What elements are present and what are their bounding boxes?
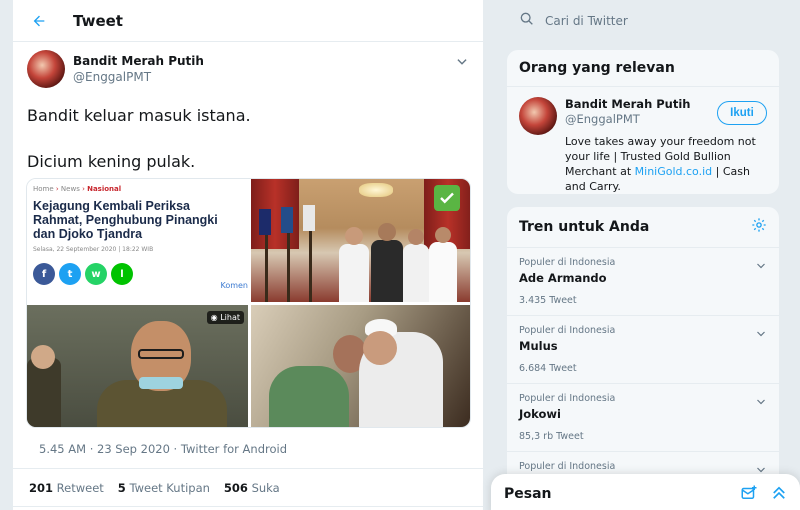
relevant-people-card: Orang yang relevan Bandit Merah Putih @E… (506, 49, 780, 195)
double-chevron-up-icon[interactable] (770, 484, 788, 506)
share-row: f t w l (33, 263, 242, 285)
messages-title: Pesan (504, 486, 552, 502)
quote-stat[interactable]: 5 Tweet Kutipan (118, 481, 210, 495)
tweet-text-line: Bandit keluar masuk istana. (27, 106, 251, 125)
avatar[interactable] (27, 50, 65, 88)
trend-name: Ade Armando (519, 271, 607, 285)
person (269, 366, 349, 427)
tweet-author: Bandit Merah Putih @EnggalPMT (13, 42, 483, 88)
line-icon: l (111, 263, 133, 285)
person-head (435, 227, 451, 243)
trend-count: 6.684 Tweet (519, 363, 577, 374)
page-title: Tweet (73, 11, 123, 30)
flag (303, 205, 315, 231)
trend-count: 85,3 rb Tweet (519, 431, 584, 442)
media-news-screenshot[interactable]: Home › News › Nasional Kejagung Kembali … (27, 179, 248, 302)
tweet-header: Tweet (13, 0, 483, 42)
trends-card: Tren untuk Anda Populer di Indonesia Ade… (506, 206, 780, 510)
search-input[interactable] (545, 14, 745, 28)
breadcrumb-home: Home (33, 185, 54, 193)
flag (281, 207, 293, 233)
media-photo-officer[interactable]: ◉ Lihat (27, 305, 248, 427)
relevant-user-bio: Love takes away your freedom not your li… (565, 135, 756, 193)
tweet-timestamp[interactable]: 5.45 AM · 23 Sep 2020 · Twitter for Andr… (39, 442, 287, 456)
person (339, 244, 369, 302)
chandelier (359, 183, 393, 197)
trend-context: Populer di Indonesia (519, 461, 616, 472)
tweet-text-line: Dicium kening pulak. (27, 152, 196, 171)
media-photo-greeting[interactable] (251, 305, 470, 427)
search-icon (519, 11, 535, 31)
komen-label: Komen (220, 281, 248, 290)
flag (259, 209, 271, 235)
trend-context: Populer di Indonesia (519, 257, 616, 268)
trends-title: Tren untuk Anda (519, 219, 650, 235)
relevant-title: Orang yang relevan (507, 50, 779, 87)
news-breadcrumb: Home › News › Nasional (33, 185, 122, 193)
tweet-column: Tweet Bandit Merah Putih @EnggalPMT Band… (12, 0, 484, 510)
chevron-down-icon[interactable] (755, 325, 767, 344)
trend-name: Jokowi (519, 407, 561, 421)
back-arrow-icon[interactable] (29, 11, 49, 31)
media-photo-palace[interactable] (251, 179, 470, 302)
trend-item[interactable]: Populer di Indonesia Mulus 6.684 Tweet (507, 316, 779, 384)
person (429, 242, 457, 302)
person-head (31, 345, 55, 369)
follow-button[interactable]: Ikuti (717, 101, 767, 125)
person (403, 244, 429, 302)
divider (13, 468, 483, 469)
person (371, 240, 403, 302)
person-head (363, 331, 397, 365)
eye-icon: ◉ (210, 313, 218, 322)
chevron-down-icon[interactable] (755, 257, 767, 276)
news-headline: Kejagung Kembali Periksa Rahmat, Penghub… (33, 199, 218, 241)
facebook-icon: f (33, 263, 55, 285)
tweet-text: Bandit keluar masuk istana. Dicium kenin… (13, 88, 483, 173)
person-head (378, 223, 396, 241)
divider (13, 506, 483, 507)
retweet-stat[interactable]: 201 Retweet (29, 481, 104, 495)
check-icon (434, 185, 460, 211)
glasses (138, 349, 184, 359)
gear-icon[interactable] (751, 217, 767, 237)
person-head (408, 229, 424, 245)
breadcrumb-section: Nasional (87, 185, 122, 193)
trend-count: 3.435 Tweet (519, 295, 577, 306)
author-handle[interactable]: @EnggalPMT (73, 70, 204, 84)
like-stat[interactable]: 506 Suka (224, 481, 280, 495)
search-bar[interactable] (505, 5, 780, 37)
view-label: Lihat (220, 313, 240, 322)
chevron-down-icon[interactable] (755, 393, 767, 412)
bio-link[interactable]: MiniGold.co.id (635, 165, 712, 178)
face-mask (139, 377, 183, 389)
trend-item[interactable]: Populer di Indonesia Ade Armando 3.435 T… (507, 248, 779, 316)
trend-context: Populer di Indonesia (519, 393, 616, 404)
tweet-media-grid: Home › News › Nasional Kejagung Kembali … (26, 178, 471, 428)
new-message-icon[interactable] (740, 484, 758, 506)
news-date: Selasa, 22 September 2020 | 18:22 WIB (33, 246, 154, 253)
person-head (345, 227, 363, 245)
view-badge[interactable]: ◉ Lihat (206, 311, 244, 324)
twitter-bird-icon: t (59, 263, 81, 285)
avatar[interactable] (519, 97, 557, 135)
whatsapp-icon: w (85, 263, 107, 285)
trends-header: Tren untuk Anda (507, 207, 779, 248)
messages-dock[interactable]: Pesan (491, 474, 800, 510)
breadcrumb-news: News (60, 185, 80, 193)
trend-context: Populer di Indonesia (519, 325, 616, 336)
author-display-name[interactable]: Bandit Merah Putih (73, 54, 204, 68)
trend-item[interactable]: Populer di Indonesia Jokowi 85,3 rb Twee… (507, 384, 779, 452)
chevron-down-icon[interactable] (455, 54, 469, 68)
trend-name: Mulus (519, 339, 558, 353)
relevant-user[interactable]: Bandit Merah Putih @EnggalPMT Love takes… (507, 87, 779, 194)
tweet-stats: 201 Retweet 5 Tweet Kutipan 506 Suka (29, 481, 280, 495)
